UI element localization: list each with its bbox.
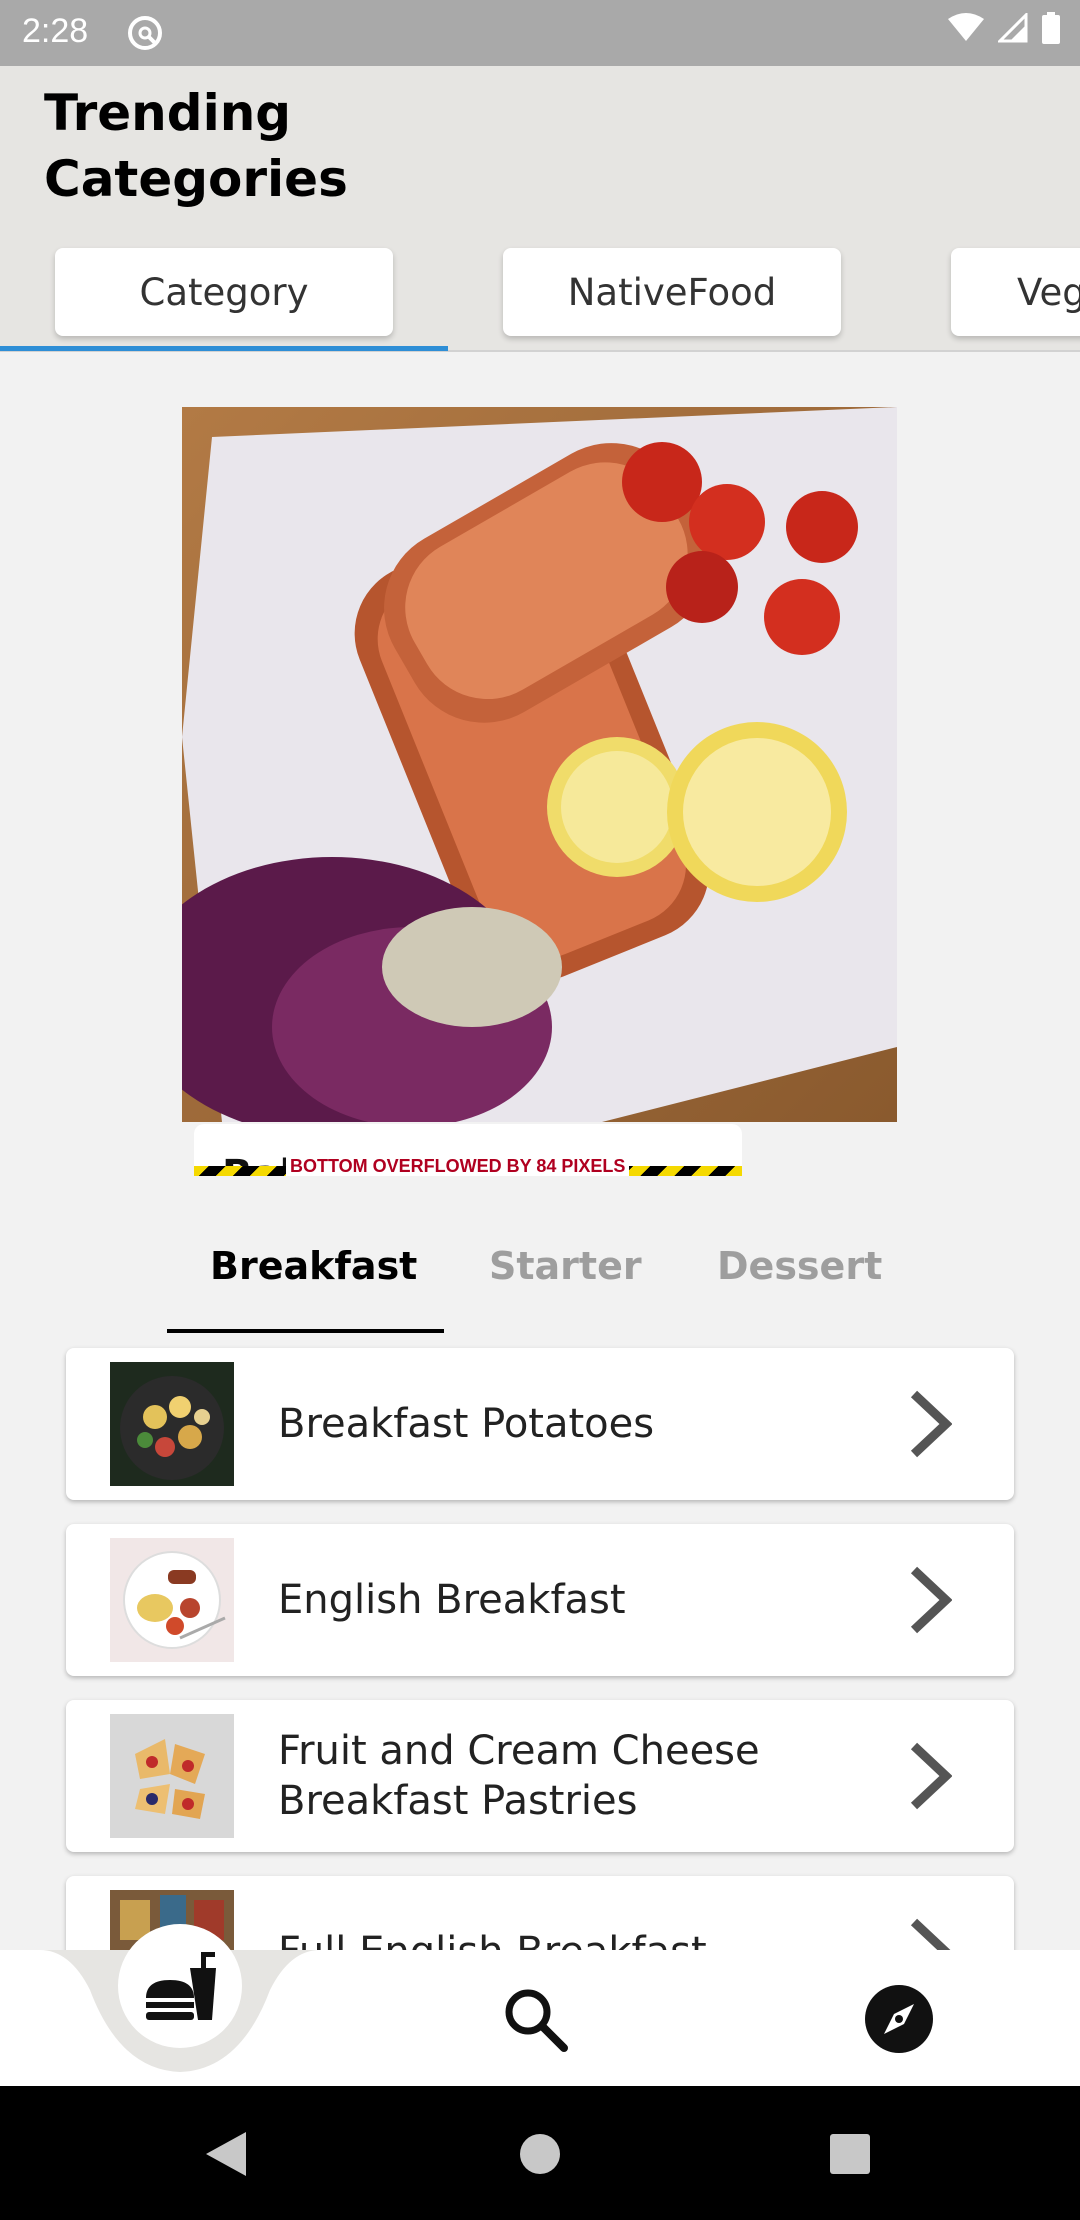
wifi-icon xyxy=(948,13,984,41)
tab-selected-indicator xyxy=(0,346,448,351)
chevron-right-icon xyxy=(910,1566,952,1634)
featured-dish-image[interactable] xyxy=(182,407,897,1122)
status-bar: 2:28 xyxy=(0,0,1080,66)
app-screen: 2:28 Trending Categories Category Native… xyxy=(0,0,1080,2220)
recipe-item[interactable]: Breakfast Potatoes xyxy=(66,1348,1014,1500)
signal-icon xyxy=(998,13,1028,43)
app-notification-icon xyxy=(128,16,162,50)
recipe-name: English Breakfast xyxy=(278,1577,626,1623)
nav-item-food[interactable] xyxy=(118,1924,242,2048)
header: Trending Categories Category NativeFood … xyxy=(0,66,1080,352)
overflow-warning: BOTTOM OVERFLOWED BY 84 PIXELS xyxy=(286,1156,630,1176)
recipe-item[interactable]: English Breakfast xyxy=(66,1524,1014,1676)
recipe-item[interactable]: Fruit and Cream Cheese Breakfast Pastrie… xyxy=(66,1700,1014,1852)
search-icon[interactable] xyxy=(502,1986,568,2052)
system-navigation-bar xyxy=(0,2086,1080,2220)
explore-icon[interactable] xyxy=(864,1984,934,2054)
page-title: Trending Categories xyxy=(44,84,348,208)
recents-icon[interactable] xyxy=(830,2134,870,2174)
home-icon[interactable] xyxy=(520,2134,560,2174)
tab-starter[interactable]: Starter xyxy=(489,1244,642,1288)
tab-breakfast[interactable]: Breakfast xyxy=(210,1244,417,1288)
tab-nativefood[interactable]: NativeFood xyxy=(503,248,841,336)
recipe-thumbnail xyxy=(110,1714,234,1838)
tab-veg[interactable]: Veg xyxy=(951,248,1080,336)
recipe-thumbnail xyxy=(110,1538,234,1662)
fastfood-icon xyxy=(146,1952,216,2020)
battery-icon xyxy=(1042,12,1060,44)
tab-dessert[interactable]: Dessert xyxy=(717,1244,882,1288)
featured-title-card[interactable]: Bal BOTTOM OVERFLOWED BY 84 PIXELS xyxy=(194,1124,742,1176)
meal-tab-indicator xyxy=(167,1329,444,1333)
chevron-right-icon xyxy=(910,1742,952,1810)
recipe-thumbnail xyxy=(110,1362,234,1486)
back-icon[interactable] xyxy=(204,2130,248,2178)
tab-category[interactable]: Category xyxy=(55,248,393,336)
status-icons xyxy=(948,12,1060,44)
chevron-right-icon xyxy=(910,1390,952,1458)
recipe-name: Breakfast Potatoes xyxy=(278,1401,655,1447)
status-time: 2:28 xyxy=(22,12,89,50)
recipe-name: Fruit and Cream Cheese Breakfast Pastrie… xyxy=(278,1728,760,1824)
